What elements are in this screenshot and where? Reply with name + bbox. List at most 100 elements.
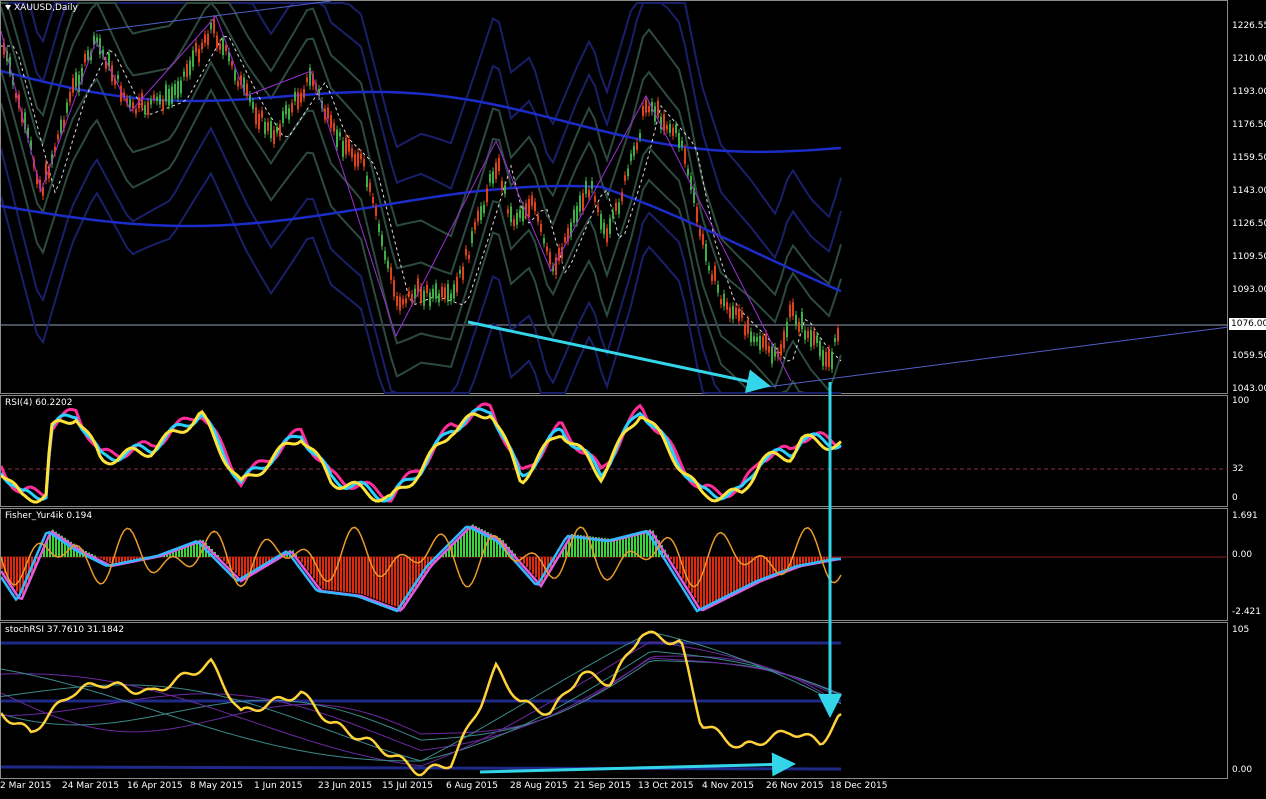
candle-body xyxy=(336,129,338,148)
time-axis[interactable]: 2 Mar 2015 24 Mar 2015 16 Apr 2015 8 May… xyxy=(0,779,1266,799)
candle-body xyxy=(549,252,551,265)
candle-body xyxy=(786,321,788,338)
stoch-panel[interactable]: stochRSI 37.7610 31.1842 xyxy=(0,622,1228,779)
candle-body xyxy=(264,121,266,135)
candle-body xyxy=(471,231,473,244)
fisher-histogram-bar xyxy=(304,557,306,567)
candle-body xyxy=(288,108,290,120)
candle-body xyxy=(360,153,362,160)
fisher-axis[interactable]: 1.691 0.00 -2.421 xyxy=(1228,508,1266,621)
candle-body xyxy=(519,209,521,218)
candle-body xyxy=(645,99,647,113)
candle-body xyxy=(642,106,644,116)
candle-body xyxy=(678,133,680,148)
candle-body xyxy=(411,293,413,303)
candle-body xyxy=(285,105,287,115)
fisher-histogram-bar xyxy=(466,529,468,557)
candle-body xyxy=(591,181,593,189)
candle-body xyxy=(510,206,512,223)
candle-body xyxy=(357,152,359,167)
fisher-histogram-bar xyxy=(823,557,825,560)
fisher-histogram-bar xyxy=(346,557,348,593)
fisher-histogram-bar xyxy=(364,557,366,596)
fisher-histogram-bar xyxy=(343,557,345,592)
candle-body xyxy=(438,293,440,303)
fisher-histogram-bar xyxy=(100,557,102,559)
rsi-panel[interactable]: RSI(4) 60.2202 xyxy=(0,395,1229,507)
candle-body xyxy=(819,340,821,357)
bollinger-band-line xyxy=(1,1,842,219)
candle-body xyxy=(783,331,785,349)
candle-body xyxy=(465,248,467,256)
rsi-label: RSI(4) 60.2202 xyxy=(5,398,73,408)
candle-body xyxy=(564,237,566,243)
collapse-triangle-icon[interactable] xyxy=(5,5,11,10)
candle-body xyxy=(834,338,836,343)
candle-body xyxy=(147,101,149,115)
candle-body xyxy=(270,121,272,139)
candle-body xyxy=(657,100,659,116)
candle-body xyxy=(135,108,137,114)
stoch-axis[interactable]: 105 0.00 xyxy=(1228,622,1266,779)
fisher-histogram-bar xyxy=(640,531,642,557)
fisher-histogram-bar xyxy=(373,557,375,599)
fisher-histogram-bar xyxy=(322,557,324,590)
bollinger-band-line xyxy=(1,126,841,394)
fisher-histogram-bar xyxy=(700,557,702,608)
candle-body xyxy=(588,189,590,198)
date-tick: 16 Apr 2015 xyxy=(127,781,183,791)
fisher-histogram-bar xyxy=(811,557,813,563)
candle-body xyxy=(771,346,773,364)
candle-body xyxy=(789,304,791,318)
date-tick: 4 Nov 2015 xyxy=(702,781,754,791)
candle-body xyxy=(201,42,203,50)
candle-body xyxy=(537,215,539,222)
price-panel[interactable]: XAUUSD,Daily xyxy=(0,0,1229,394)
fisher-histogram-bar xyxy=(238,557,240,576)
fisher-histogram-bar xyxy=(241,557,243,579)
date-tick: 26 Nov 2015 xyxy=(766,781,824,791)
window-title: XAUUSD,Daily xyxy=(5,3,78,13)
fisher-histogram-bar xyxy=(385,557,387,603)
fisher-histogram-bar xyxy=(697,557,699,603)
fisher-histogram-bar xyxy=(535,557,537,578)
candle-body xyxy=(738,308,740,321)
price-tick: 1043.00 xyxy=(1232,384,1266,394)
fisher-histogram-bar xyxy=(673,557,675,565)
fisher-histogram-bar xyxy=(802,557,804,564)
candle-body xyxy=(447,283,449,302)
fisher-histogram-bar xyxy=(685,557,687,584)
stoch-thin-line xyxy=(1,655,842,735)
candle-body xyxy=(468,254,470,260)
fisher-histogram-bar xyxy=(307,557,309,571)
candle-body xyxy=(306,77,308,83)
date-tick: 21 Sep 2015 xyxy=(574,781,632,791)
fisher-histogram-bar xyxy=(355,557,357,594)
price-axis[interactable]: 1226.55 1210.00 1193.00 1176.50 1159.50 … xyxy=(1228,0,1266,394)
fisher-histogram-bar xyxy=(130,557,132,561)
candle-body xyxy=(330,114,332,128)
candle-body xyxy=(195,43,197,53)
candle-body xyxy=(744,325,746,336)
candle-body xyxy=(129,99,131,108)
fisher-histogram-bar xyxy=(328,557,330,590)
candle-body xyxy=(237,80,239,87)
candle-body xyxy=(546,246,548,252)
fisher-histogram-bar xyxy=(376,557,378,600)
candle-body xyxy=(801,311,803,329)
candle-body xyxy=(672,127,674,136)
date-tick: 24 Mar 2015 xyxy=(62,781,120,791)
candle-body xyxy=(192,50,194,67)
rsi-axis[interactable]: 100 32 0 xyxy=(1228,395,1266,507)
candle-body xyxy=(165,84,167,102)
fisher-histogram-bar xyxy=(748,557,750,586)
fisher-panel[interactable]: Fisher_Yur4ik 0.194 xyxy=(0,508,1229,621)
fisher-histogram-bar xyxy=(526,557,528,568)
candle-body xyxy=(480,206,482,221)
candle-body xyxy=(759,336,761,351)
candle-body xyxy=(720,298,722,305)
candle-body xyxy=(474,222,476,230)
rsi-chart xyxy=(1,402,1229,504)
candle-body xyxy=(372,196,374,204)
fisher-histogram-bar xyxy=(817,557,819,562)
